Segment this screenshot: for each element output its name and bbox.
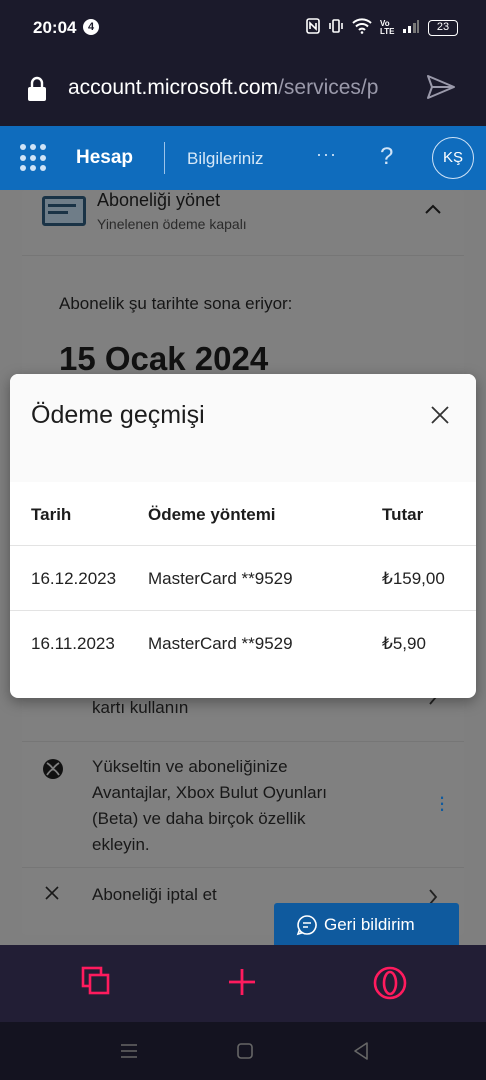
home-icon[interactable] — [236, 1042, 254, 1065]
status-icons: Vo LTE 23 — [306, 18, 458, 37]
payment-method: MasterCard **9529 — [148, 569, 293, 588]
table-row: 16.12.2023 MasterCard **9529 ₺159,00 — [10, 546, 476, 611]
header-nav-your-info[interactable]: Bilgileriniz — [187, 149, 264, 169]
vibrate-icon — [328, 18, 344, 37]
column-header-date: Tarih — [31, 505, 72, 524]
payment-date: 16.11.2023 — [31, 634, 115, 653]
more-vertical-icon[interactable]: · · · — [438, 786, 446, 820]
battery-indicator: 23 — [428, 19, 458, 36]
avatar[interactable]: KŞ — [432, 137, 474, 179]
address-bar[interactable]: account.microsoft.com/services/p — [0, 56, 486, 126]
tabs-icon[interactable] — [81, 966, 111, 1001]
plus-icon[interactable] — [227, 967, 257, 1002]
dialog-header: Ödeme geçmişi — [10, 374, 476, 482]
browser-toolbar — [0, 945, 486, 1022]
back-icon[interactable] — [352, 1041, 370, 1066]
column-header-amount: Tutar — [382, 505, 424, 524]
manage-title: Aboneliği yönet — [97, 190, 221, 210]
send-icon[interactable] — [426, 74, 456, 105]
feedback-icon — [296, 914, 318, 941]
header-divider — [164, 142, 165, 174]
payment-date: 16.12.2023 — [31, 569, 117, 588]
expire-label: Abonelik şu tarihte sona eriyor: — [59, 294, 293, 313]
feedback-button[interactable]: Geri bildirim — [274, 903, 459, 947]
url-path: /services/p — [278, 76, 379, 99]
app-launcher-icon[interactable] — [20, 144, 48, 172]
expire-date: 15 Ocak 2024 — [59, 340, 269, 377]
chevron-up-icon[interactable] — [424, 202, 442, 220]
notification-count-badge: 4 — [83, 19, 99, 35]
credit-card-icon — [42, 196, 86, 226]
column-header-method: Ödeme yöntemi — [148, 505, 276, 524]
opera-icon[interactable] — [372, 965, 408, 1006]
table-header-row: Tarih Ödeme yöntemi Tutar — [10, 482, 476, 546]
payment-history-dialog: Ödeme geçmişi Tarih Ödeme yöntemi Tutar … — [10, 374, 476, 698]
upgrade-text: Yükseltin ve aboneliğinize Avantajlar, X… — [92, 757, 327, 854]
status-bar: 20:04 4 Vo LTE 23 — [0, 0, 486, 56]
lock-icon — [27, 76, 47, 107]
account-header: Hesap Bilgileriniz ··· ? KŞ — [0, 126, 486, 190]
dialog-title: Ödeme geçmişi — [31, 401, 205, 429]
manage-subtitle: Yinelenen ödeme kapalı — [97, 216, 247, 232]
payment-amount: ₺5,90 — [382, 634, 426, 653]
url-text[interactable]: account.microsoft.com/services/p — [68, 76, 406, 100]
more-icon[interactable]: ··· — [316, 144, 337, 165]
help-icon[interactable]: ? — [380, 143, 393, 171]
cancel-text: Aboneliği iptal et — [92, 885, 217, 904]
system-nav-bar — [0, 1022, 486, 1080]
close-x-icon — [44, 885, 60, 906]
payment-amount: ₺159,00 — [382, 569, 445, 588]
nfc-icon — [306, 18, 320, 37]
status-time: 20:04 — [33, 18, 77, 37]
payment-table: Tarih Ödeme yöntemi Tutar 16.12.2023 Mas… — [10, 482, 476, 676]
table-row: 16.11.2023 MasterCard **9529 ₺5,90 — [10, 611, 476, 676]
xbox-icon — [42, 758, 64, 785]
payment-method: MasterCard **9529 — [148, 634, 293, 653]
wifi-icon — [352, 18, 372, 37]
feedback-label: Geri bildirim — [324, 915, 415, 934]
use-card-text: kartı kullanın — [92, 698, 189, 717]
volte-label: Vo LTE — [380, 18, 395, 36]
signal-icon — [402, 18, 420, 37]
recent-apps-icon[interactable] — [119, 1043, 139, 1064]
url-host: account.microsoft.com — [68, 76, 279, 99]
manage-subscription-row[interactable]: Aboneliği yönet Yinelenen ödeme kapalı — [22, 190, 464, 256]
header-title[interactable]: Hesap — [76, 147, 133, 169]
close-icon[interactable] — [430, 405, 450, 430]
upgrade-row[interactable]: Yükseltin ve aboneliğinize Avantajlar, X… — [22, 742, 464, 868]
